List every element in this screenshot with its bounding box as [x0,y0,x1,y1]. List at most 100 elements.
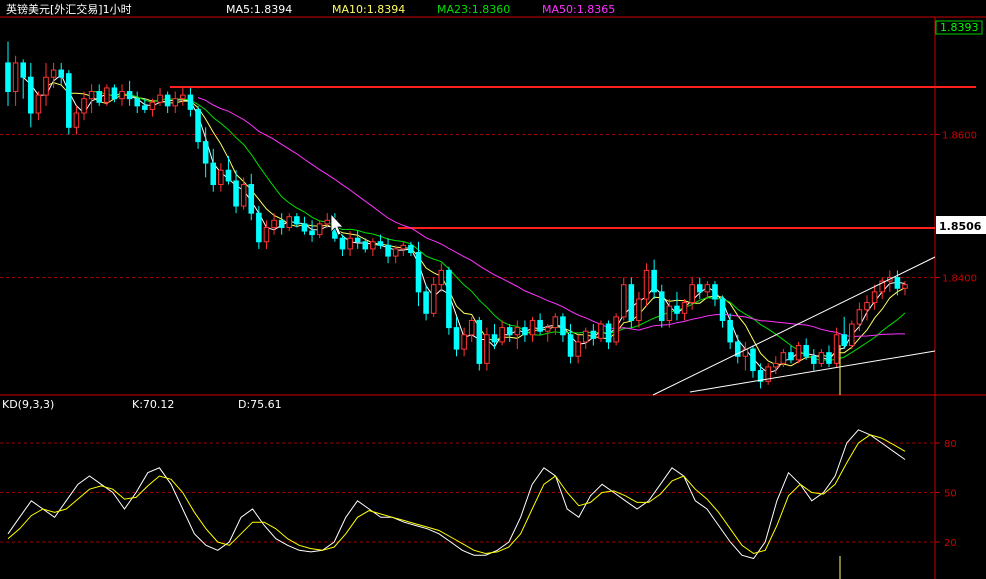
ma-label: MA5:1.8394 [226,3,292,16]
candle-down [491,334,498,343]
candle-down [58,69,64,78]
candle-up [149,101,156,110]
ma-label: MA10:1.8394 [332,3,405,16]
highlight-price-label: 1.8506 [939,220,982,233]
candle-down [28,76,34,114]
candle-up [544,327,551,332]
candle-up [704,284,711,293]
candle-down [111,87,118,100]
candle-up [240,184,247,207]
price-tick-label: 1.8600 [942,130,977,141]
candle-up [864,302,870,311]
price-tick-label: 1.8400 [942,274,977,285]
candle-down [248,184,255,214]
candle-down [210,162,217,186]
candle-up [582,330,589,343]
candle-down [66,73,72,128]
candle-down [96,91,103,103]
candle-up [104,87,110,103]
candle-down [5,62,11,93]
candle-down [294,216,300,225]
candle-down [187,94,194,110]
candle-down [20,62,26,78]
candle-up [613,316,619,343]
candle-up [636,298,642,321]
candle-down [810,355,817,364]
candle-up [871,291,878,304]
candle-down [446,269,452,329]
candle-down [301,223,308,232]
candle-up [643,269,650,300]
candle-down [727,319,733,343]
candle-down [423,291,429,314]
candle-down [164,94,171,107]
candle-down [126,91,133,100]
candle-down [362,241,369,250]
candle-down [377,241,384,246]
ma-label: MA50:1.8365 [542,3,615,16]
candle-up [849,323,855,346]
kd-tick-label: 20 [944,538,957,549]
candle-down [674,305,680,314]
candle-up [856,309,863,325]
candle-up [514,327,521,336]
kd-k-value: K:70.12 [132,398,174,411]
candle-up [499,327,505,343]
candle-down [195,108,201,143]
candle-up [286,216,293,228]
candle-up [772,362,779,368]
candle-down [309,230,315,236]
candle-up [172,98,179,107]
candle-up [271,219,277,228]
kd-tick-label: 50 [944,489,957,500]
candle-down [202,141,209,164]
candle-down [696,284,703,293]
candle-down [278,219,285,228]
top-value-label: 1.8393 [940,21,979,34]
kd-name: KD(9,3,3) [2,398,54,411]
candle-down [256,212,262,243]
candle-down [841,334,847,346]
candle-down [142,105,148,110]
candle-up [370,241,376,250]
candle-up [902,284,908,289]
candle-up [818,352,825,364]
candle-down [415,252,422,293]
candle-up [157,94,163,103]
candle-up [316,223,323,236]
candle-up [438,269,445,286]
forex-chart: 英镑美元[外汇交易]1小时 MA5:1.8394 MA10:1.8394 MA23:… [0,0,986,579]
candle-down [567,334,574,357]
candle-down [506,327,513,336]
candle-up [575,341,581,357]
candle-down [134,98,141,107]
chart-title: 英镑美元[外汇交易]1小时 [6,2,132,16]
candle-down [233,180,239,207]
kd-d-value: D:75.61 [238,398,282,411]
candle-down [826,352,832,364]
candle-up [180,94,186,100]
candle-up [666,305,673,321]
candle-up [620,284,627,318]
candle-down [788,352,794,361]
candle-up [43,76,49,96]
candle-down [453,327,460,350]
candle-up [347,237,353,250]
candle-down [476,319,483,364]
candle-down [750,348,756,372]
candle-down [658,291,665,321]
candle-up [218,169,224,186]
candle-up [35,94,42,114]
candle-down [537,319,543,332]
candle-down [385,244,391,257]
candle-down [225,169,232,182]
candle-up [400,244,407,250]
candle-up [392,248,399,257]
candle-up [263,226,270,243]
candle-down [712,284,718,300]
candle-up [529,319,536,336]
candle-down [339,237,346,250]
candle-up [689,284,695,304]
candle-up [461,334,467,350]
candle-up [780,352,787,364]
